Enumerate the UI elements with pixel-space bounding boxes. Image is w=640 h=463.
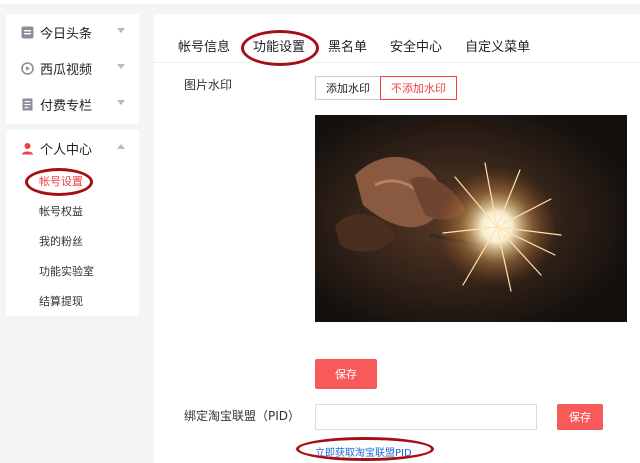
chevron-down-icon bbox=[117, 64, 125, 69]
tab-divider bbox=[154, 62, 640, 63]
save-button[interactable]: 保存 bbox=[315, 359, 377, 389]
sidebar-item-label: 今日头条 bbox=[40, 26, 93, 42]
tab-custom-menu[interactable]: 自定义菜单 bbox=[465, 36, 530, 55]
sparkler-photo bbox=[315, 115, 627, 322]
sidebar-item-account-rights[interactable]: 帐号权益 bbox=[6, 196, 139, 226]
chevron-down-icon bbox=[117, 100, 125, 105]
sidebar-apps: 今日头条 西瓜视频 付费专栏 bbox=[6, 14, 139, 124]
tab-bar: 帐号信息 功能设置 黑名单 安全中心 自定义菜单 bbox=[178, 36, 553, 55]
toutiao-icon bbox=[20, 25, 34, 39]
watermark-toggle: 添加水印 不添加水印 bbox=[315, 76, 457, 100]
pid-input[interactable] bbox=[315, 404, 537, 430]
top-bar bbox=[0, 0, 640, 4]
sidebar-item-feature-lab[interactable]: 功能实验室 bbox=[6, 256, 139, 286]
column-icon bbox=[20, 97, 34, 111]
sidebar-personal: 个人中心 帐号设置 帐号权益 我的粉丝 功能实验室 结算提现 bbox=[6, 130, 139, 316]
user-icon bbox=[20, 141, 34, 155]
sidebar-item-withdraw[interactable]: 结算提现 bbox=[6, 286, 139, 316]
pid-label: 绑定淘宝联盟（PID） bbox=[184, 409, 301, 423]
sidebar-item-personal-center[interactable]: 个人中心 bbox=[6, 130, 139, 166]
sidebar-item-column[interactable]: 付费专栏 bbox=[6, 86, 139, 122]
sidebar-item-label: 西瓜视频 bbox=[40, 62, 93, 78]
tab-account-info[interactable]: 帐号信息 bbox=[178, 36, 230, 55]
sidebar-item-xigua[interactable]: 西瓜视频 bbox=[6, 50, 139, 86]
sidebar-item-toutiao[interactable]: 今日头条 bbox=[6, 14, 139, 50]
add-watermark-button[interactable]: 添加水印 bbox=[315, 76, 381, 100]
tab-security[interactable]: 安全中心 bbox=[390, 36, 442, 55]
watermark-label: 图片水印 bbox=[184, 78, 233, 92]
chevron-up-icon bbox=[117, 144, 125, 149]
xigua-icon bbox=[20, 61, 34, 75]
no-watermark-button[interactable]: 不添加水印 bbox=[380, 76, 457, 100]
sidebar-item-label: 付费专栏 bbox=[40, 98, 93, 114]
annotation-circle-sidebar bbox=[25, 168, 93, 196]
annotation-circle-tab bbox=[241, 30, 319, 66]
sidebar-item-my-fans[interactable]: 我的粉丝 bbox=[6, 226, 139, 256]
pid-save-button[interactable]: 保存 bbox=[557, 404, 603, 430]
annotation-circle-link bbox=[296, 437, 434, 461]
tab-blacklist[interactable]: 黑名单 bbox=[328, 36, 367, 55]
main-panel: 帐号信息 功能设置 黑名单 安全中心 自定义菜单 图片水印 添加水印 不添加水印 bbox=[154, 14, 640, 463]
sidebar-item-label: 个人中心 bbox=[40, 142, 93, 158]
chevron-down-icon bbox=[117, 28, 125, 33]
